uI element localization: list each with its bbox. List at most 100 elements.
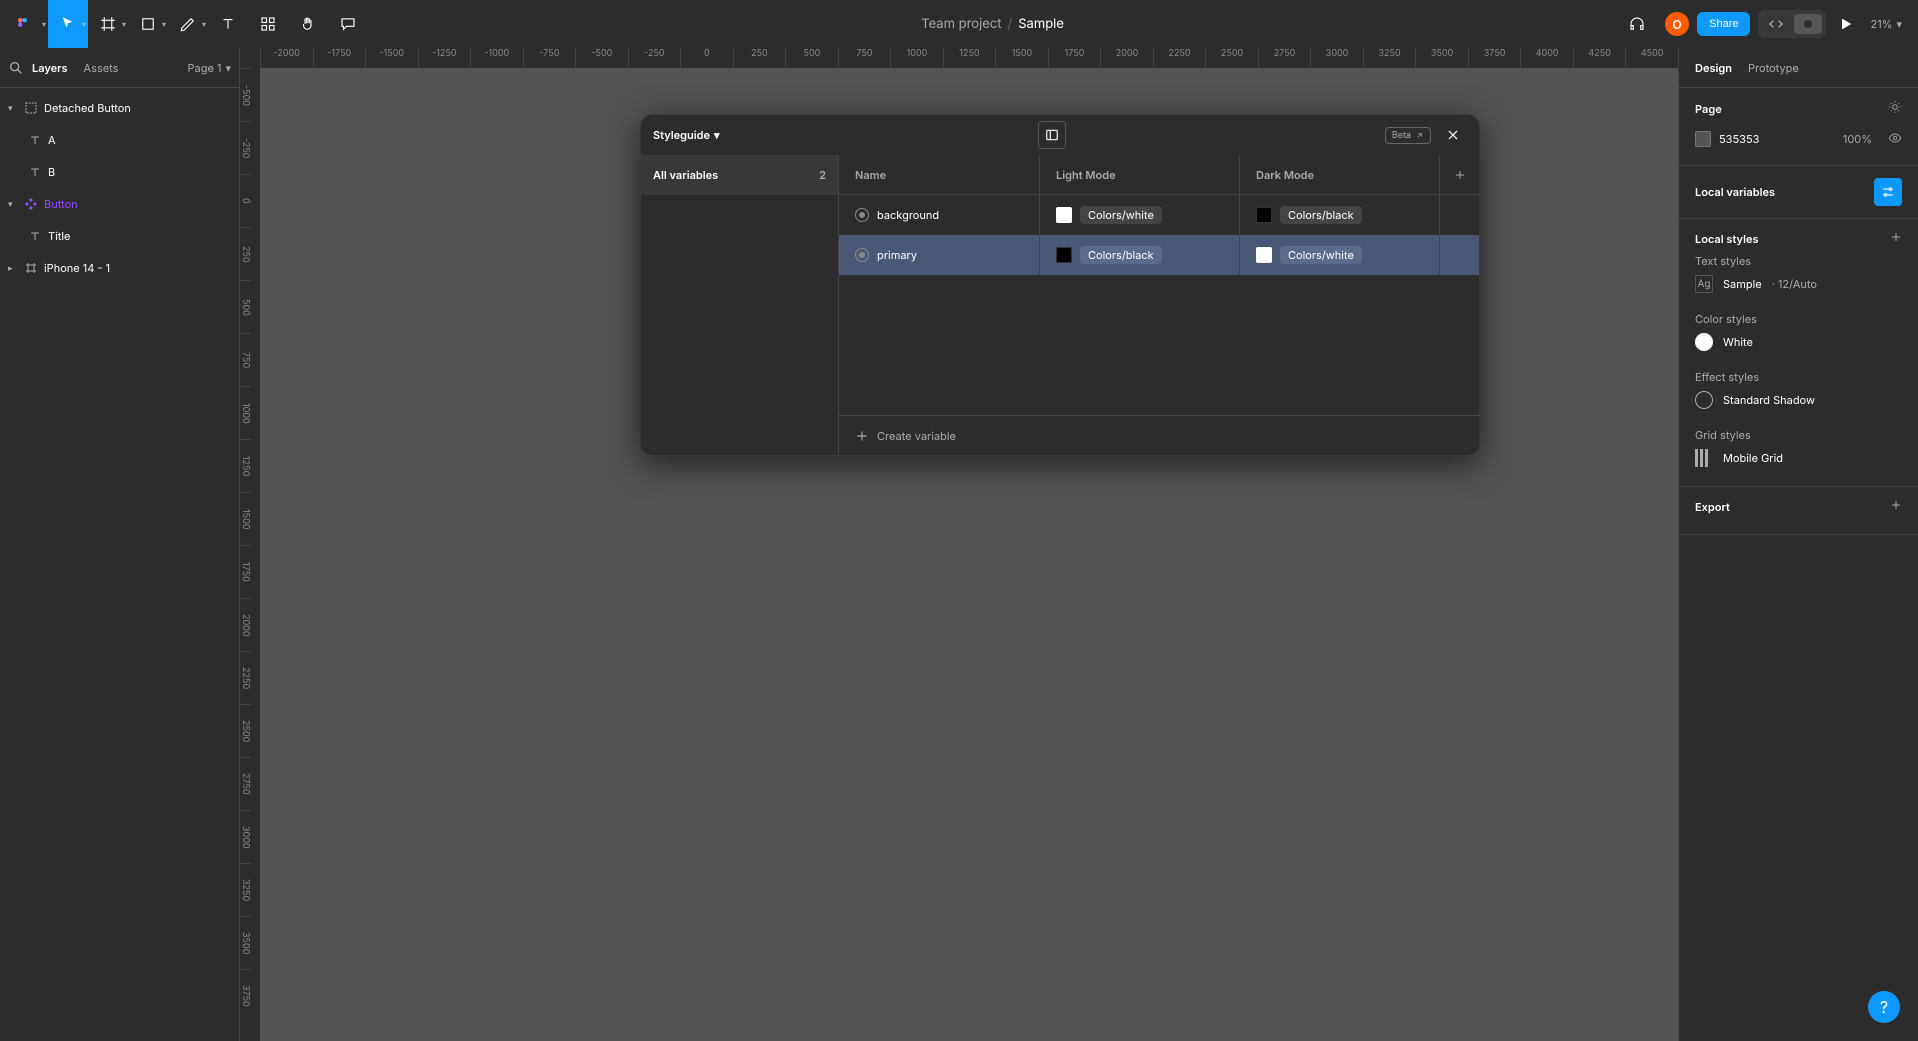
- main-menu-button[interactable]: ▾: [0, 0, 48, 48]
- share-button[interactable]: Share: [1697, 12, 1750, 36]
- text-tool-button[interactable]: [208, 0, 248, 48]
- eye-icon: [1888, 131, 1902, 145]
- audio-button[interactable]: [1617, 0, 1657, 48]
- export-section: Export: [1679, 487, 1918, 535]
- grid-style-mobile[interactable]: Mobile Grid: [1695, 442, 1902, 474]
- create-variable-button[interactable]: Create variable: [839, 415, 1479, 455]
- page-settings-button[interactable]: [1888, 100, 1902, 117]
- local-variables-section: Local variables: [1679, 166, 1918, 219]
- open-variables-button[interactable]: [1874, 178, 1902, 206]
- tab-assets[interactable]: Assets: [84, 61, 119, 75]
- effect-style-icon: [1695, 391, 1713, 409]
- collection-dropdown[interactable]: Styleguide ▾: [653, 128, 720, 142]
- layer-row-button-component[interactable]: ▾ Button: [0, 188, 239, 220]
- main-area: Layers Assets Page 1 ▾ ▾ Detached Button…: [0, 48, 1918, 1041]
- present-button[interactable]: ▾: [1834, 16, 1858, 32]
- collection-all-variables[interactable]: All variables 2: [641, 155, 838, 195]
- ruler-tick: 3250: [1363, 48, 1416, 68]
- effect-style-shadow[interactable]: Standard Shadow: [1695, 384, 1902, 416]
- close-button[interactable]: [1439, 121, 1467, 149]
- layer-label: Detached Button: [44, 101, 131, 115]
- comment-icon: [339, 15, 357, 33]
- variable-name-cell[interactable]: background: [839, 208, 1039, 222]
- text-style-sample[interactable]: Ag Sample · 12/Auto: [1695, 268, 1902, 300]
- ruler-tick: -500: [240, 68, 251, 121]
- help-button[interactable]: ?: [1868, 991, 1900, 1023]
- dev-mode-toggle[interactable]: [1758, 10, 1826, 38]
- ruler-tick: 2000: [240, 598, 251, 651]
- column-header-name: Name: [839, 168, 1039, 182]
- shape-tool-button[interactable]: ▾: [128, 0, 168, 48]
- ruler-tick: -2000: [260, 48, 313, 68]
- frame-tool-button[interactable]: ▾: [88, 0, 128, 48]
- column-header-dark[interactable]: Dark Mode: [1239, 155, 1439, 194]
- comment-tool-button[interactable]: [328, 0, 368, 48]
- variable-row-background[interactable]: background Colors/white Colors/black: [839, 195, 1479, 235]
- ruler-tick: 3750: [1468, 48, 1521, 68]
- expand-arrow-icon[interactable]: ▾: [8, 199, 18, 210]
- zoom-dropdown[interactable]: 21% ▾: [1866, 17, 1906, 31]
- effect-style-name: Standard Shadow: [1723, 393, 1815, 407]
- variable-dark-cell[interactable]: Colors/black: [1239, 195, 1439, 235]
- resources-button[interactable]: [248, 0, 288, 48]
- add-mode-button[interactable]: [1439, 155, 1479, 194]
- color-swatch: [1056, 207, 1072, 223]
- plus-icon: [1890, 231, 1902, 243]
- sidebar-icon: [1045, 128, 1059, 142]
- headphones-icon: [1628, 15, 1646, 33]
- canvas[interactable]: -2000-1750-1500-1250-1000-750-500-250025…: [240, 48, 1678, 1041]
- expand-arrow-icon[interactable]: ▸: [8, 263, 18, 274]
- move-tool-button[interactable]: ▾: [48, 0, 88, 48]
- variable-name-cell[interactable]: primary: [839, 248, 1039, 262]
- variables-modal: Styleguide ▾ Beta: [640, 114, 1480, 456]
- layer-row-iphone[interactable]: ▸ iPhone 14 - 1: [0, 252, 239, 284]
- variables-table-header: Name Light Mode Dark Mode: [839, 155, 1479, 195]
- add-export-button[interactable]: [1890, 499, 1902, 514]
- variable-dark-cell[interactable]: Colors/white: [1239, 235, 1439, 275]
- chevron-down-icon: ▾: [225, 61, 231, 75]
- color-swatch: [1056, 247, 1072, 263]
- sidepanel-toggle-button[interactable]: [1038, 121, 1066, 149]
- ruler-tick: 2500: [1205, 48, 1258, 68]
- toolbar-title[interactable]: Team project / Sample ▾: [368, 16, 1617, 32]
- layer-row-title[interactable]: Title: [0, 220, 239, 252]
- variable-row-primary[interactable]: primary Colors/black Colors/white: [839, 235, 1479, 275]
- variable-light-cell[interactable]: Colors/black: [1039, 235, 1239, 275]
- text-icon: [219, 15, 237, 33]
- variable-name: primary: [877, 248, 917, 262]
- variable-light-cell[interactable]: Colors/white: [1039, 195, 1239, 235]
- breadcrumb-separator: /: [1008, 16, 1013, 32]
- visibility-toggle[interactable]: [1888, 131, 1902, 148]
- canvas-viewport[interactable]: Styleguide ▾ Beta: [260, 68, 1678, 1041]
- add-style-button[interactable]: [1890, 231, 1902, 246]
- ruler-tick: 1000: [240, 386, 251, 439]
- ruler-tick: 4000: [1520, 48, 1573, 68]
- expand-arrow-icon[interactable]: ▾: [8, 103, 18, 114]
- pen-tool-button[interactable]: ▾: [168, 0, 208, 48]
- color-style-white[interactable]: White: [1695, 326, 1902, 358]
- page-selector[interactable]: Page 1 ▾: [188, 61, 231, 75]
- layer-row-b[interactable]: B: [0, 156, 239, 188]
- chevron-down-icon: ▾: [1896, 17, 1902, 31]
- layer-row-detached-button[interactable]: ▾ Detached Button: [0, 92, 239, 124]
- tab-layers[interactable]: Layers: [32, 61, 68, 75]
- page-section-title: Page: [1695, 102, 1722, 116]
- hand-tool-button[interactable]: [288, 0, 328, 48]
- close-icon: [1446, 128, 1460, 142]
- ruler-tick: 3500: [240, 916, 251, 969]
- frame-icon: [99, 15, 117, 33]
- sun-icon: [1888, 100, 1902, 114]
- page-background-row[interactable]: 535353 100%: [1695, 125, 1902, 153]
- top-toolbar: ▾ ▾ ▾ ▾ ▾ Team project: [0, 0, 1918, 48]
- local-styles-title: Local styles: [1695, 232, 1759, 246]
- ruler-tick: -1250: [418, 48, 471, 68]
- beta-badge[interactable]: Beta: [1385, 127, 1431, 144]
- layer-label: iPhone 14 - 1: [44, 261, 110, 275]
- chevron-down-icon: ▾: [82, 19, 86, 29]
- tab-design[interactable]: Design: [1695, 61, 1732, 75]
- tab-prototype[interactable]: Prototype: [1748, 61, 1799, 75]
- layer-row-a[interactable]: A: [0, 124, 239, 156]
- column-header-light[interactable]: Light Mode: [1039, 155, 1239, 194]
- user-avatar[interactable]: O: [1665, 12, 1689, 36]
- search-icon[interactable]: [8, 60, 24, 76]
